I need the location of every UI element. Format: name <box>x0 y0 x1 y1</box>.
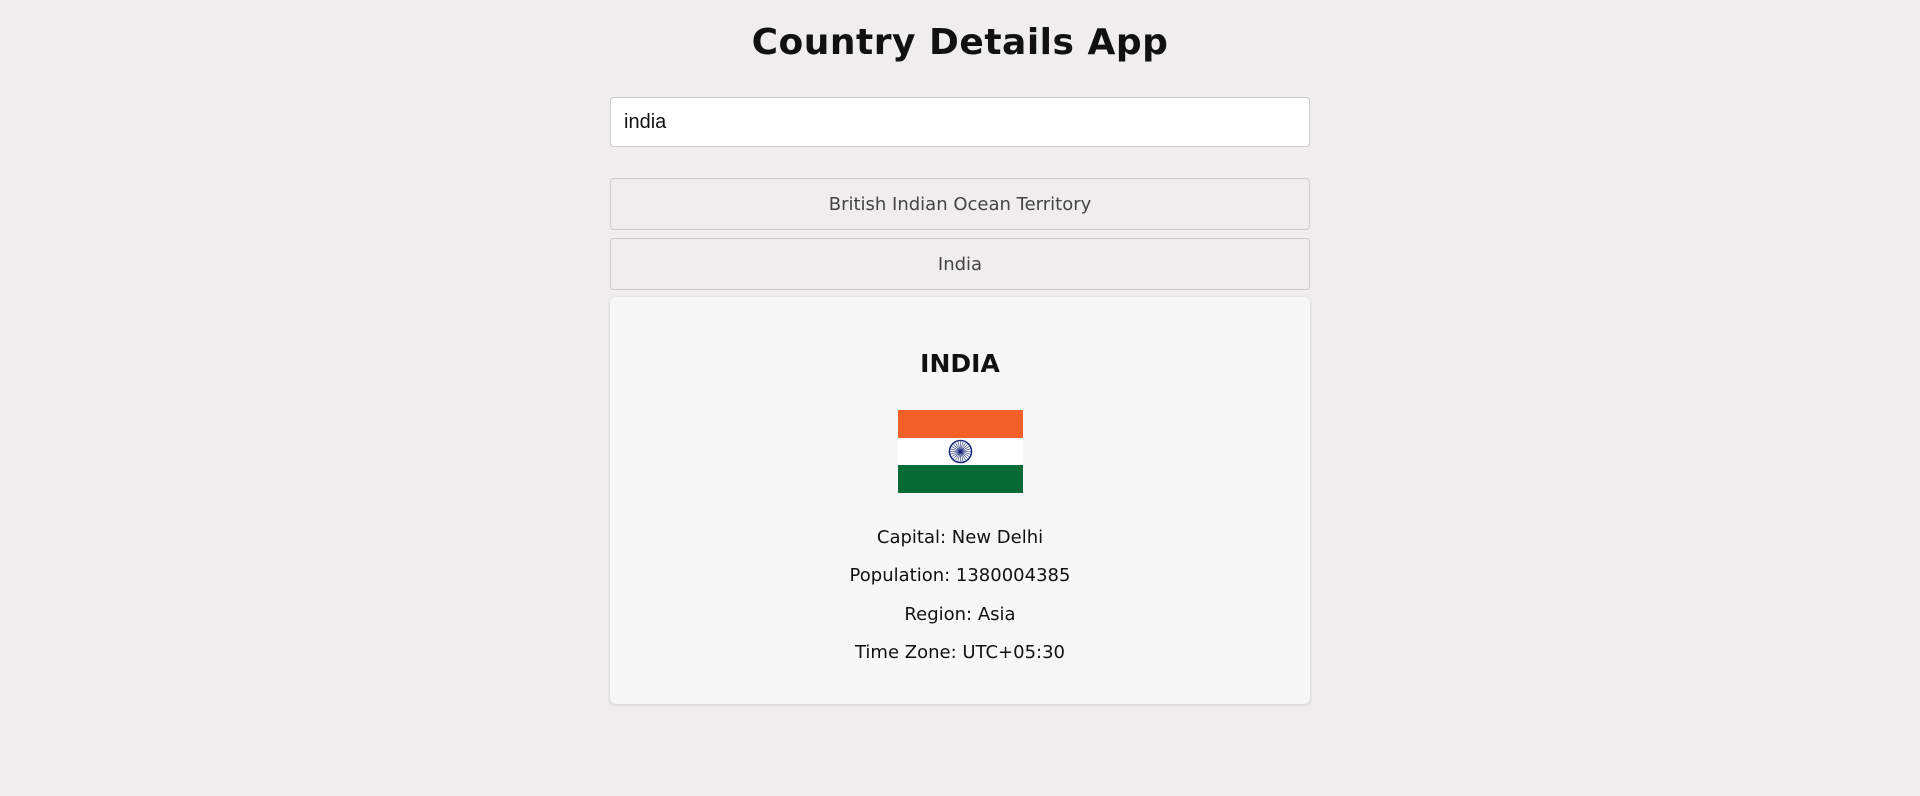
page: Country Details App British Indian Ocean… <box>0 0 1920 796</box>
population-text: Population: 1380004385 <box>849 565 1071 586</box>
flag-saffron-band <box>898 410 1023 438</box>
country-details-card: INDIA Capital: New Delhi Population: 138… <box>610 297 1310 704</box>
country-name: INDIA <box>920 349 1000 378</box>
result-item-label: British Indian Ocean Territory <box>828 193 1092 215</box>
region-text: Region: Asia <box>904 604 1016 625</box>
capital-text: Capital: New Delhi <box>876 527 1044 548</box>
flag-green-band <box>898 465 1023 493</box>
ashoka-chakra-icon <box>948 439 973 464</box>
timezone-text: Time Zone: UTC+05:30 <box>854 642 1066 663</box>
page-title: Country Details App <box>751 22 1169 63</box>
result-item-british-indian-ocean-territory[interactable]: British Indian Ocean Territory <box>610 178 1310 230</box>
result-item-india[interactable]: India <box>610 238 1310 290</box>
result-item-label: India <box>937 253 983 275</box>
india-flag-image <box>898 410 1023 493</box>
search-input[interactable] <box>610 97 1310 147</box>
